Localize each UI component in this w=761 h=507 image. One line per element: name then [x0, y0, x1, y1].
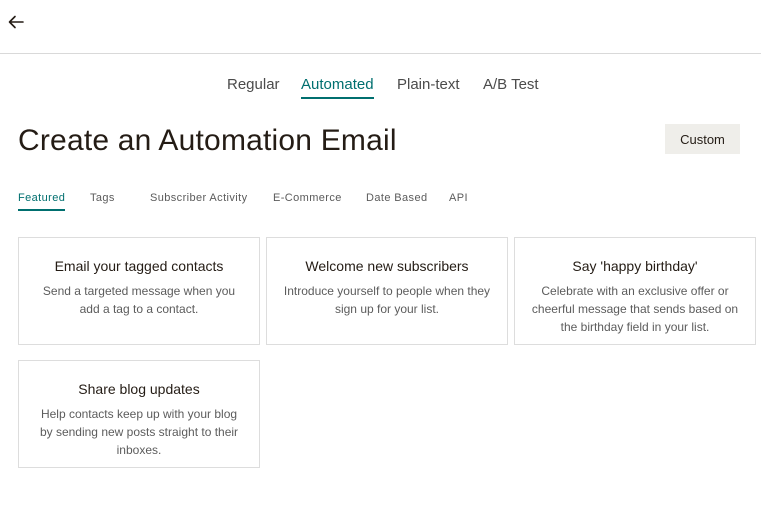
- card-tagged-contacts[interactable]: Email your tagged contacts Send a target…: [18, 237, 260, 345]
- card-happy-birthday[interactable]: Say 'happy birthday' Celebrate with an e…: [514, 237, 756, 345]
- campaign-type-tabs: Regular Automated Plain-text A/B Test: [0, 76, 761, 102]
- card-description: Help contacts keep up with your blog by …: [39, 407, 239, 457]
- card-description: Send a targeted message when you add a t…: [42, 284, 236, 316]
- arrow-left-icon: [8, 15, 24, 29]
- card-welcome-subscribers[interactable]: Welcome new subscribers Introduce yourse…: [266, 237, 508, 345]
- card-description: Celebrate with an exclusive offer or che…: [531, 284, 739, 334]
- tab-subscriber-activity[interactable]: Subscriber Activity: [150, 192, 247, 205]
- card-title: Email your tagged contacts: [54, 258, 224, 274]
- back-button[interactable]: [6, 12, 26, 32]
- page-title: Create an Automation Email: [18, 124, 397, 157]
- tab-regular[interactable]: Regular: [227, 76, 280, 94]
- top-bar: [0, 0, 761, 54]
- custom-button[interactable]: Custom: [665, 124, 740, 154]
- card-title: Welcome new subscribers: [305, 258, 469, 274]
- tab-plain-text[interactable]: Plain-text: [397, 76, 460, 94]
- tab-api[interactable]: API: [449, 192, 468, 205]
- category-tabs: Featured Tags Subscriber Activity E-Comm…: [0, 192, 761, 214]
- tab-ab-test[interactable]: A/B Test: [483, 76, 539, 94]
- card-blog-updates[interactable]: Share blog updates Help contacts keep up…: [18, 360, 260, 468]
- card-title: Share blog updates: [78, 381, 200, 397]
- card-title: Say 'happy birthday': [572, 258, 698, 274]
- card-description: Introduce yourself to people when they s…: [283, 284, 491, 316]
- tab-date-based[interactable]: Date Based: [366, 192, 427, 205]
- tab-automated[interactable]: Automated: [301, 76, 374, 99]
- tab-tags[interactable]: Tags: [90, 192, 115, 205]
- tab-featured[interactable]: Featured: [18, 192, 66, 211]
- tab-e-commerce[interactable]: E-Commerce: [273, 192, 342, 205]
